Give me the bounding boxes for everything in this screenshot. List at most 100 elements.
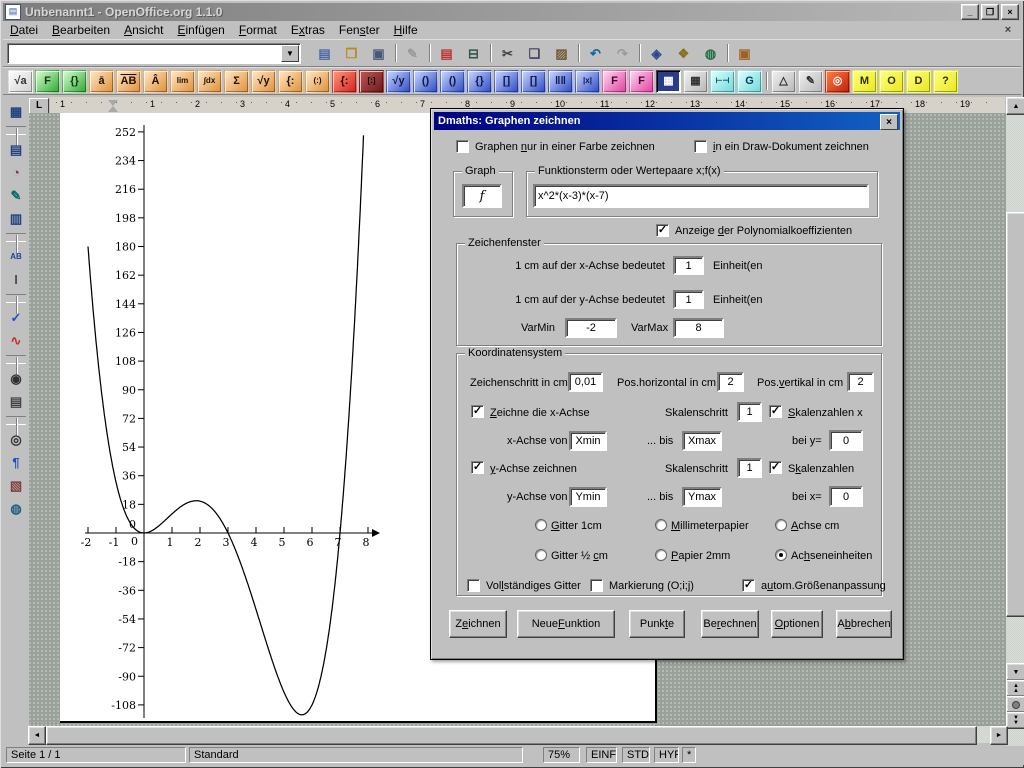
menu-item-datei[interactable]: Datei <box>3 22 45 38</box>
radio-gitter-cm[interactable] <box>535 549 547 561</box>
angle-a-icon[interactable]: Â <box>143 70 168 93</box>
scroll-left-icon[interactable]: ◄ <box>28 726 46 745</box>
help-icon[interactable]: ? <box>933 70 958 93</box>
status-zoom[interactable]: 75% <box>543 747 580 763</box>
minimize-button[interactable]: _ <box>961 4 979 20</box>
menu-item-hilfe[interactable]: Hilfe <box>387 22 425 38</box>
menu-item-ansicht[interactable]: Ansicht <box>117 22 170 38</box>
menu-item-bearbeiten[interactable]: Bearbeiten <box>45 22 117 38</box>
grid-icon[interactable]: ▦ <box>683 70 708 93</box>
skalenschritt-y-field[interactable]: 1 <box>737 458 762 478</box>
varmin-field[interactable]: -2 <box>565 318 617 338</box>
combobox-dropdown-icon[interactable]: ▼ <box>281 45 299 62</box>
checkbox-draw-doc[interactable] <box>694 140 707 153</box>
zoom-icon[interactable]: ◎ <box>4 428 29 451</box>
print-icon[interactable]: ⊟ <box>461 42 486 65</box>
o-icon[interactable]: O <box>879 70 904 93</box>
tab-type-button[interactable]: L <box>29 98 49 114</box>
nonprinting-chars-icon[interactable]: ¶ <box>4 451 29 474</box>
hyperlink-icon[interactable]: ◍ <box>698 42 723 65</box>
vector-a-icon[interactable]: ā <box>89 70 114 93</box>
function-pink-icon[interactable]: F <box>602 70 627 93</box>
graph-g-icon[interactable]: G <box>737 70 762 93</box>
open-folder-icon[interactable]: ❒ <box>339 42 364 65</box>
status-hyperlinkmode[interactable]: HYP <box>654 747 679 763</box>
menu-item-format[interactable]: Format <box>232 22 284 38</box>
nth-root-blue-icon[interactable]: √y <box>386 70 411 93</box>
checkbox-one-color[interactable] <box>456 140 469 153</box>
status-insertmode[interactable]: EINFG <box>586 747 617 763</box>
x-unit-field[interactable]: 1 <box>673 256 704 275</box>
graph-window-icon[interactable]: ▦ <box>656 70 681 93</box>
cut-icon[interactable]: ✂ <box>495 42 520 65</box>
navigation-dot-icon[interactable] <box>1006 696 1024 713</box>
copy-icon[interactable]: ❏ <box>522 42 547 65</box>
checkbox-autosize[interactable]: ✓ <box>742 579 755 592</box>
gallery-icon[interactable]: ▣ <box>732 42 757 65</box>
horizontal-scroll-thumb[interactable] <box>46 726 977 745</box>
optionen-button[interactable]: Optionen <box>771 610 823 638</box>
online-layout-icon[interactable]: ◍ <box>4 497 29 520</box>
autospellcheck-icon[interactable]: ∿ <box>4 329 29 352</box>
radio-gitter-1cm[interactable] <box>535 519 547 531</box>
annotate-icon[interactable]: ✎ <box>798 70 823 93</box>
navigator-icon[interactable]: ◈ <box>644 42 669 65</box>
norm-icon[interactable]: ‖‖ <box>548 70 573 93</box>
url-combobox[interactable]: ▼ <box>7 43 301 64</box>
zeichenschritt-field[interactable]: 0,01 <box>568 372 603 392</box>
autotext-icon[interactable]: AB <box>4 245 29 268</box>
parens-icon[interactable]: () <box>413 70 438 93</box>
new-document-icon[interactable]: ▤ <box>312 42 337 65</box>
spellcheck-icon[interactable]: ✓ <box>4 306 29 329</box>
braces-blue-icon[interactable]: {} <box>467 70 492 93</box>
bei-x-field[interactable]: 0 <box>829 486 863 507</box>
insert-cursor-icon[interactable]: I <box>4 268 29 291</box>
indent-marker-icon[interactable] <box>108 100 118 106</box>
scroll-down-icon[interactable]: ▼ <box>1006 663 1024 681</box>
paste-icon[interactable]: ▨ <box>549 42 574 65</box>
geometry-icon[interactable]: △ <box>771 70 796 93</box>
vertical-scroll-thumb[interactable] <box>1006 212 1024 617</box>
scroll-up-icon[interactable]: ▲ <box>1006 97 1024 115</box>
vertical-scrollbar[interactable]: ▲ ▼ ▲▲ ▼▼ <box>1006 97 1024 746</box>
braces-green-icon[interactable]: {} <box>62 70 87 93</box>
pos-horizontal-field[interactable]: 2 <box>717 372 744 392</box>
checkbox-polynomial[interactable]: ✓ <box>656 224 669 237</box>
checkbox-vollgitter[interactable] <box>467 579 480 592</box>
y-to-field[interactable]: Ymax <box>682 487 722 507</box>
status-selectmode[interactable]: STD <box>622 747 650 763</box>
undo-icon[interactable]: ↶ <box>583 42 608 65</box>
system-brace-icon[interactable]: {: <box>278 70 303 93</box>
status-pagestyle[interactable]: Standard <box>189 747 523 763</box>
checkbox-y-axis[interactable]: ✓ <box>471 461 484 474</box>
binom-icon[interactable]: (:) <box>305 70 330 93</box>
close-button[interactable]: × <box>1001 4 1019 20</box>
autopilot-icon[interactable]: ❖ <box>671 42 696 65</box>
d-icon[interactable]: D <box>906 70 931 93</box>
restore-button[interactable]: ❐ <box>981 4 999 20</box>
punkte-button[interactable]: Punkte <box>629 610 685 638</box>
export-pdf-icon[interactable]: ▤ <box>434 42 459 65</box>
status-modified[interactable]: * <box>682 747 696 763</box>
graph-name-field[interactable]: f <box>462 184 502 208</box>
m-icon[interactable]: M <box>852 70 877 93</box>
function-term-input[interactable]: x^2*(x-3)*(x-7) <box>533 184 869 208</box>
horizontal-scrollbar[interactable]: ◄ ► <box>28 726 1006 743</box>
edit-file-icon[interactable]: ✎ <box>400 42 425 65</box>
images-toggle-icon[interactable]: ▧ <box>4 474 29 497</box>
checkbox-markierung[interactable] <box>590 579 603 592</box>
data-sources-icon[interactable]: ▤ <box>4 390 29 413</box>
formula-f-icon[interactable]: F <box>35 70 60 93</box>
next-page-icon[interactable]: ▼▼ <box>1006 712 1024 729</box>
previous-page-icon[interactable]: ▲▲ <box>1006 680 1024 697</box>
checkbox-skalenzahlen-y[interactable]: ✓ <box>769 461 782 474</box>
draw-functions-icon[interactable]: ✎ <box>4 184 29 207</box>
insert-object-icon[interactable]: ◔ <box>4 161 29 184</box>
x-from-field[interactable]: Xmin <box>569 431 607 451</box>
checkbox-x-axis[interactable]: ✓ <box>471 405 484 418</box>
menu-item-fenster[interactable]: Fenster <box>332 22 387 38</box>
scroll-right-icon[interactable]: ► <box>990 726 1008 745</box>
form-controls-icon[interactable]: ▥ <box>4 207 29 230</box>
dialog-title-bar[interactable]: Dmaths: Graphen zeichnen × <box>434 112 900 130</box>
radio-millimeterpapier[interactable] <box>655 519 667 531</box>
